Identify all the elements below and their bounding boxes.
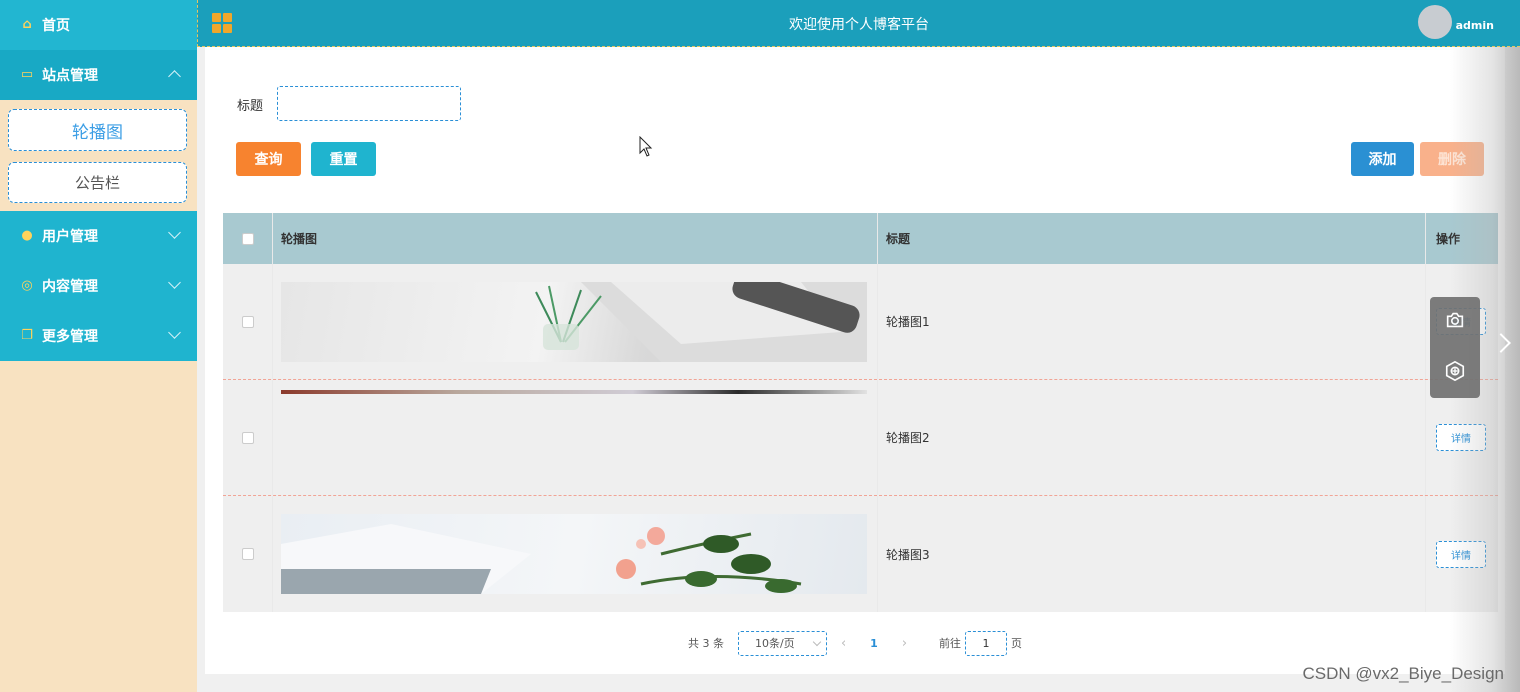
sidebar-item-content-management[interactable]: ◎ 内容管理 xyxy=(0,261,197,311)
avatar[interactable] xyxy=(1418,5,1452,39)
page-size-select[interactable]: 10条/页 xyxy=(737,630,827,656)
image-cell xyxy=(273,264,878,379)
chevron-down-icon xyxy=(168,326,181,339)
title-cell: 轮播图2 xyxy=(878,380,1426,495)
sidebar-item-label: 更多管理 xyxy=(42,329,98,345)
sidebar-item-label: 站点管理 xyxy=(42,68,98,84)
carousel-image xyxy=(281,281,867,362)
user-icon: ● xyxy=(21,228,33,243)
submenu-item-label: 公告栏 xyxy=(74,174,120,192)
sidebar-item-user-management[interactable]: ● 用户管理 xyxy=(0,211,197,261)
table-header: 轮播图 标题 操作 xyxy=(223,213,1498,264)
mouse-cursor-icon xyxy=(639,136,653,157)
image-cell xyxy=(273,496,878,612)
row-checkbox[interactable] xyxy=(241,315,254,328)
image-cell xyxy=(273,380,878,495)
row-checkbox-cell xyxy=(223,496,273,612)
sidebar-item-home[interactable]: ⌂ 首页 xyxy=(0,0,197,50)
detail-button[interactable]: 详情 xyxy=(1436,424,1486,451)
search-title-label: 标题 xyxy=(237,99,264,114)
add-button[interactable]: 添加 xyxy=(1351,142,1414,176)
site-submenu: 轮播图 公告栏 xyxy=(0,100,197,211)
pagination: 共 3 条 10条/页 ‹ 1 › 前往 1 页 xyxy=(205,628,1505,658)
select-all-checkbox[interactable] xyxy=(241,232,254,245)
camera-icon[interactable] xyxy=(1444,309,1466,335)
home-icon: ⌂ xyxy=(22,17,32,32)
main-panel: 标题 查询 重置 添加 删除 轮播图 标题 操作 轮播图1 轮播图2 详情 轮播… xyxy=(205,47,1505,674)
column-header-title[interactable]: 标题 xyxy=(878,213,1426,264)
carousel-image xyxy=(281,514,867,594)
carousel-image xyxy=(281,390,867,394)
row-checkbox[interactable] xyxy=(241,548,254,560)
sidebar: ⌂ 首页 ▭ 站点管理 轮播图 公告栏 ● 用户管理 ◎ 内容管理 ❐ 更多管理 xyxy=(0,0,197,692)
delete-button[interactable]: 删除 xyxy=(1420,142,1484,176)
monitor-icon: ▭ xyxy=(20,67,34,82)
chevron-down-icon xyxy=(168,276,181,289)
submenu-item-label: 轮播图 xyxy=(72,122,123,143)
reset-button[interactable]: 重置 xyxy=(311,142,376,176)
search-title-input[interactable] xyxy=(277,86,461,121)
select-all-cell xyxy=(223,213,273,264)
goto-page-input[interactable]: 1 xyxy=(965,630,1008,656)
copy-icon: ❐ xyxy=(21,328,33,343)
top-header: 欢迎使用个人博客平台 admin xyxy=(197,0,1520,47)
table-row: 轮播图1 详情 xyxy=(223,264,1498,380)
title-cell: 轮播图3 xyxy=(878,496,1426,612)
page-size-value: 10条/页 xyxy=(754,637,795,650)
chevron-down-icon xyxy=(812,637,822,646)
query-button[interactable]: 查询 xyxy=(236,142,301,176)
chevron-down-icon xyxy=(168,226,181,239)
actions-cell: 详情 xyxy=(1426,496,1498,612)
page-title: 欢迎使用个人博客平台 xyxy=(789,17,929,33)
detail-button[interactable]: 详情 xyxy=(1436,540,1486,568)
submenu-item-notice[interactable]: 公告栏 xyxy=(8,162,187,203)
table-row: 轮播图2 详情 xyxy=(223,380,1498,496)
column-header-image: 轮播图 xyxy=(273,213,878,264)
sidebar-item-label: 用户管理 xyxy=(42,229,98,245)
row-checkbox-cell xyxy=(223,380,273,495)
title-cell: 轮播图1 xyxy=(878,264,1426,379)
goto-prefix: 前往 xyxy=(939,637,962,650)
current-page[interactable]: 1 xyxy=(870,637,878,650)
sidebar-item-site-management[interactable]: ▭ 站点管理 xyxy=(0,50,197,100)
submenu-item-carousel[interactable]: 轮播图 xyxy=(8,109,187,151)
chat-icon: ◎ xyxy=(21,278,33,293)
sidebar-item-more-management[interactable]: ❐ 更多管理 xyxy=(0,311,197,361)
goto-suffix: 页 xyxy=(1011,637,1023,650)
next-page-button[interactable]: › xyxy=(902,636,907,651)
target-icon[interactable] xyxy=(1444,360,1466,386)
column-header-actions: 操作 xyxy=(1436,232,1461,246)
floating-toolbar xyxy=(1430,297,1480,398)
watermark: CSDN @vx2_Biye_Design xyxy=(1302,664,1504,683)
table-row: 轮播图3 详情 xyxy=(223,496,1498,612)
pagination-total: 共 3 条 xyxy=(687,637,724,650)
sidebar-item-label: 首页 xyxy=(42,18,70,34)
username[interactable]: admin xyxy=(1456,19,1494,32)
chevron-up-icon xyxy=(168,70,181,83)
sidebar-item-label: 内容管理 xyxy=(42,279,98,295)
row-checkbox[interactable] xyxy=(241,431,254,444)
prev-page-button[interactable]: ‹ xyxy=(841,636,846,651)
carousel-table: 轮播图 标题 操作 轮播图1 轮播图2 详情 轮播图3 详情 xyxy=(223,213,1498,612)
row-checkbox-cell xyxy=(223,264,273,379)
